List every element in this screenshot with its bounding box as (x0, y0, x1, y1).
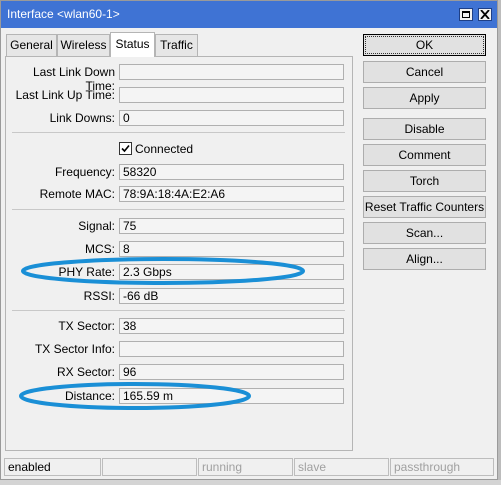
torch-button[interactable]: Torch (363, 170, 486, 192)
disable-button[interactable]: Disable (363, 118, 486, 140)
status-enabled: enabled (4, 458, 101, 476)
tab-status[interactable]: Status (110, 32, 155, 57)
status-passthrough: passthrough (390, 458, 494, 476)
status-slave: slave (294, 458, 389, 476)
align-button[interactable]: Align... (363, 248, 486, 270)
status-running: running (198, 458, 293, 476)
status-empty (102, 458, 197, 476)
background-window-strip (0, 480, 501, 485)
apply-button[interactable]: Apply (363, 87, 486, 109)
cancel-button[interactable]: Cancel (363, 61, 486, 83)
phy-rate-highlight-ellipse (21, 257, 305, 285)
interface-dialog: Interface <wlan60-1> General Wireless St… (0, 0, 498, 480)
ok-button[interactable]: OK (363, 34, 486, 56)
scan-button[interactable]: Scan... (363, 222, 486, 244)
comment-button[interactable]: Comment (363, 144, 486, 166)
distance-highlight-ellipse (19, 382, 251, 410)
reset-traffic-counters-button[interactable]: Reset Traffic Counters (363, 196, 486, 218)
